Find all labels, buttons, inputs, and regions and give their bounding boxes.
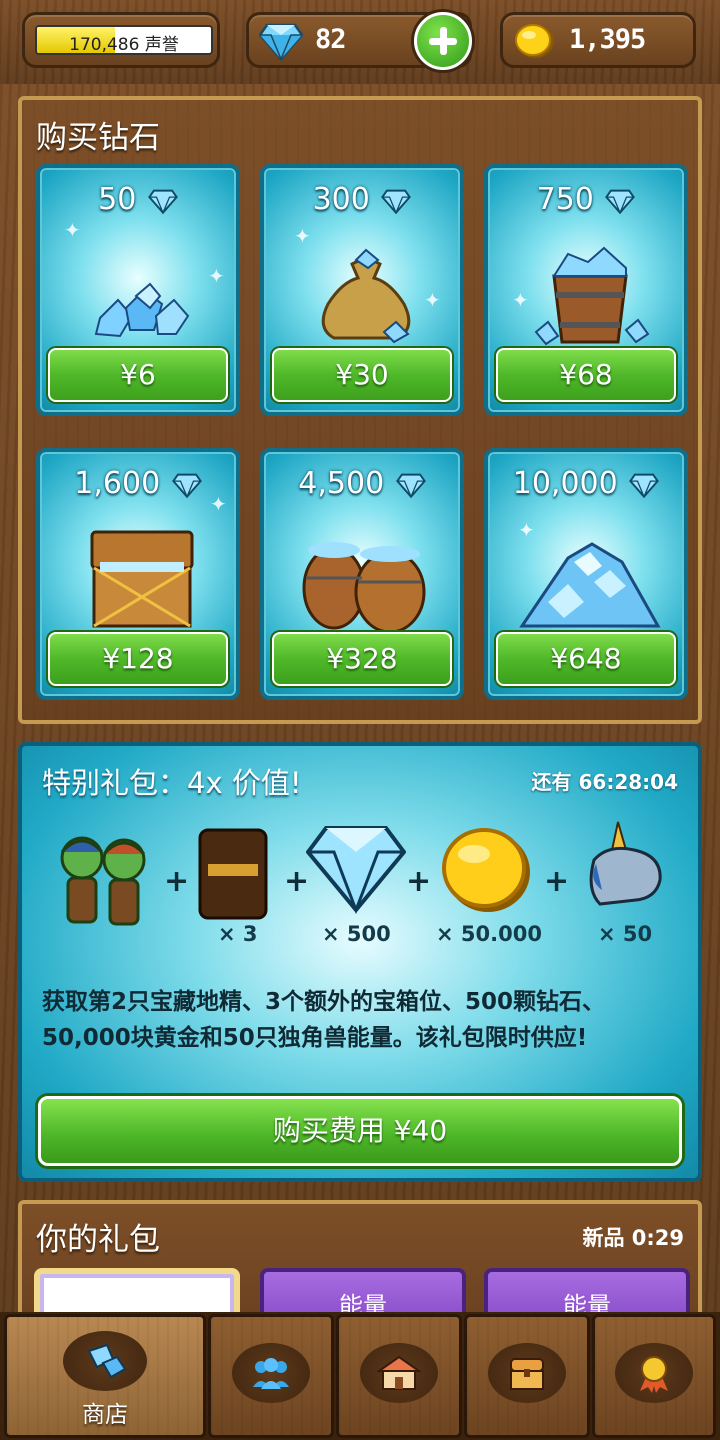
reputation-bar: 170,486 声誉 — [35, 25, 213, 55]
small-gem-pile-icon — [94, 282, 190, 338]
gold-pill[interactable]: 1,395 — [500, 12, 696, 68]
gem-offer-card[interactable]: ✦ ✦ 300 ¥30 — [260, 164, 464, 416]
gem-offer-card[interactable]: ✦ 10,000 ¥648 — [484, 448, 688, 700]
plus-sign: + — [544, 864, 570, 899]
your-packs-panel: 你的礼包 新品 0:29 能量 能量 — [18, 1200, 702, 1330]
gem-offer-amount: 750 — [488, 182, 684, 217]
goblin-pair-icon — [60, 836, 146, 926]
diamond-icon — [306, 826, 406, 914]
buy-gems-panel: 购买钻石 ✦ ✦ 50 ¥6 ✦ ✦ 300 ¥30 ✦ 750 ¥68 ✦ 1… — [18, 96, 702, 724]
buy-gems-button[interactable]: ¥68 — [496, 348, 676, 402]
gem-offer-card[interactable]: ✦ ✦ 50 ¥6 — [36, 164, 240, 416]
top-bar: 170,486 声誉 82 1,395 — [0, 0, 720, 84]
new-pack-timer: 新品 0:29 — [582, 1226, 684, 1250]
buy-gems-button[interactable]: ¥128 — [48, 632, 228, 686]
treasure-chest-icon — [510, 1358, 544, 1390]
special-pack-title: 特别礼包：4x 价值! — [42, 766, 302, 800]
diamond-icon — [259, 23, 303, 61]
diamond-icon — [605, 189, 636, 214]
special-pack-panel: 特别礼包：4x 价值! 还有 66:28:04 + × 3 + × 500 + … — [18, 742, 702, 1182]
buy-gems-button[interactable]: ¥30 — [272, 348, 452, 402]
gem-bucket-icon — [534, 246, 650, 346]
gold-count: 1,395 — [569, 24, 646, 55]
buy-gems-button[interactable]: ¥648 — [496, 632, 676, 686]
unicorn-icon — [589, 821, 662, 906]
nav-village[interactable] — [336, 1314, 462, 1438]
gems-count: 82 — [315, 24, 347, 55]
nav-friends[interactable] — [208, 1314, 334, 1438]
friends-icon — [253, 1358, 289, 1389]
plus-sign: + — [406, 864, 432, 899]
gem-sack-icon — [321, 248, 411, 344]
special-pack-description: 获取第2只宝藏地精、3个额外的宝箱位、500颗钻石、50,000块黄金和50只独… — [42, 989, 606, 1051]
buy-special-pack-button[interactable]: 购买费用 ¥40 — [38, 1096, 682, 1166]
nav-shop-label: 商店 — [82, 1402, 128, 1428]
village-icon — [377, 1355, 421, 1390]
bottom-nav: 商店 — [0, 1312, 720, 1440]
diamond-icon — [629, 473, 660, 498]
item-quantity: × 500 — [322, 922, 391, 946]
buy-gems-title: 购买钻石 — [36, 120, 160, 156]
achievement-medal-icon — [640, 1356, 668, 1393]
diamond-icon — [395, 473, 426, 498]
treasure-slot-card-icon — [198, 828, 268, 920]
gem-mountain-icon — [519, 542, 661, 628]
buy-gems-button[interactable]: ¥328 — [272, 632, 452, 686]
gem-offer-amount: 300 — [264, 182, 460, 217]
reputation-text: 170,486 声誉 — [69, 35, 179, 55]
diamond-icon — [171, 473, 202, 498]
gem-offer-amount: 50 — [40, 182, 236, 217]
plus-sign: + — [164, 864, 190, 899]
diamond-icon — [381, 189, 412, 214]
gold-coin-icon — [442, 828, 530, 912]
nav-treasure[interactable] — [464, 1314, 590, 1438]
gold-coin-icon — [515, 24, 554, 58]
item-quantity: × 50 — [598, 922, 653, 946]
gem-offer-amount: 1,600 — [40, 466, 236, 501]
diamond-icon — [147, 189, 178, 214]
add-gems-button[interactable] — [414, 12, 472, 70]
gem-offer-card[interactable]: 4,500 ¥328 — [260, 448, 464, 700]
gem-chest-icon — [90, 530, 194, 628]
nav-shop[interactable]: 商店 — [4, 1314, 206, 1438]
reputation-pill: 170,486 声誉 — [22, 12, 220, 68]
gem-offer-card[interactable]: ✦ 750 ¥68 — [484, 164, 688, 416]
your-packs-title: 你的礼包 — [36, 1222, 160, 1258]
gem-barrels-icon — [302, 542, 426, 632]
gem-offer-card[interactable]: ✦ 1,600 ¥128 — [36, 448, 240, 700]
special-pack-timer: 还有 66:28:04 — [531, 770, 678, 794]
item-quantity: × 50.000 — [436, 922, 542, 946]
item-quantity: × 3 — [218, 922, 258, 946]
gem-offer-amount: 10,000 — [488, 466, 684, 501]
buy-gems-button[interactable]: ¥6 — [48, 348, 228, 402]
gems-icon — [87, 1343, 127, 1379]
nav-achievements[interactable] — [592, 1314, 716, 1438]
gem-offer-amount: 4,500 — [264, 466, 460, 501]
